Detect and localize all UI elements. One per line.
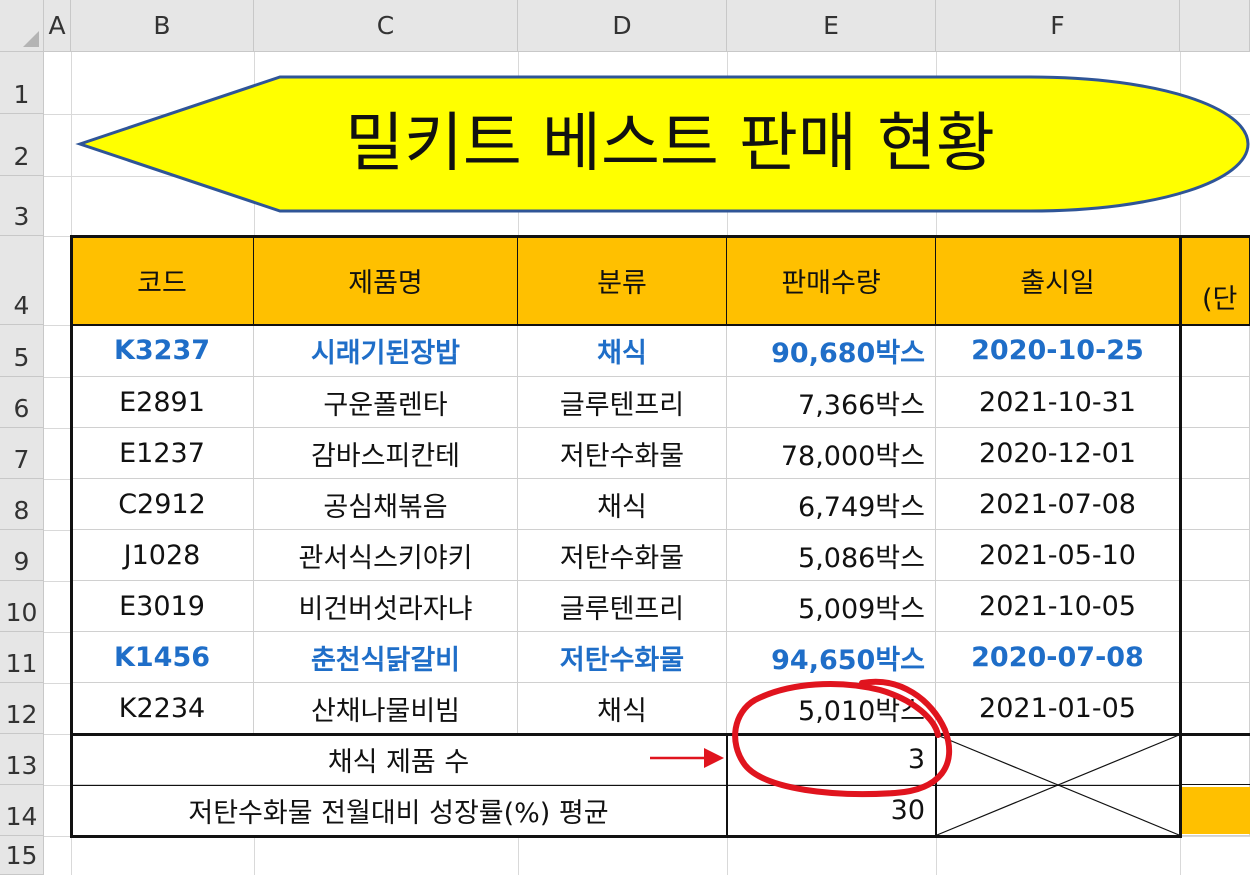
code-cell[interactable]: C2912 <box>71 479 254 530</box>
code-cell[interactable]: K3237 <box>71 325 254 377</box>
blank-cell-g[interactable] <box>1180 325 1250 377</box>
blank-cell-g[interactable] <box>1180 428 1250 479</box>
header-category[interactable]: 분류 <box>518 236 727 325</box>
product-name-cell[interactable]: 춘천식닭갈비 <box>254 632 518 683</box>
product-name-cell[interactable]: 구운폴렌타 <box>254 377 518 428</box>
column-header-b[interactable]: B <box>71 0 254 52</box>
code-cell[interactable]: K1456 <box>71 632 254 683</box>
code-cell[interactable]: K2234 <box>71 683 254 734</box>
quantity-cell[interactable]: 5,086박스 <box>727 530 936 581</box>
row-header-8[interactable]: 8 <box>0 479 44 530</box>
release-date-cell[interactable]: 2021-07-08 <box>936 479 1180 530</box>
category-cell[interactable]: 글루텐프리 <box>518 581 727 632</box>
row-header-13[interactable]: 13 <box>0 734 44 785</box>
table-border-top <box>70 235 1250 238</box>
release-date-cell[interactable]: 2021-10-05 <box>936 581 1180 632</box>
blank-cell-g[interactable] <box>1180 530 1250 581</box>
row-header-4[interactable]: 4 <box>0 236 44 325</box>
header-partial[interactable]: (단 <box>1180 236 1250 325</box>
product-name-cell[interactable]: 시래기된장밥 <box>254 325 518 377</box>
category-cell[interactable]: 저탄수화물 <box>518 530 727 581</box>
release-date-cell[interactable]: 2021-01-05 <box>936 683 1180 734</box>
select-all-triangle-icon <box>23 31 39 47</box>
summary-value[interactable]: 30 <box>727 785 936 836</box>
data-border-bottom <box>70 733 1250 736</box>
blank-cell-g[interactable] <box>1180 734 1250 785</box>
header-border-bottom <box>70 324 1250 326</box>
column-header-d[interactable]: D <box>518 0 727 52</box>
row-header-11[interactable]: 11 <box>0 632 44 683</box>
code-cell[interactable]: J1028 <box>71 530 254 581</box>
release-date-cell[interactable]: 2021-05-10 <box>936 530 1180 581</box>
summary-value[interactable]: 3 <box>727 734 936 785</box>
category-cell[interactable]: 저탄수화물 <box>518 632 727 683</box>
release-date-cell[interactable]: 2020-07-08 <box>936 632 1180 683</box>
category-cell[interactable]: 채식 <box>518 479 727 530</box>
quantity-cell[interactable]: 94,650박스 <box>727 632 936 683</box>
product-name-cell[interactable]: 비건버섯라자냐 <box>254 581 518 632</box>
summary-g-border <box>1181 784 1250 785</box>
row-header-5[interactable]: 5 <box>0 325 44 377</box>
quantity-cell[interactable]: 7,366박스 <box>727 377 936 428</box>
quantity-cell[interactable]: 90,680박스 <box>727 325 936 377</box>
summary-label[interactable]: 저탄수화물 전월대비 성장률(%) 평균 <box>71 785 727 836</box>
blank-cell-f[interactable] <box>936 785 1180 836</box>
product-name-cell[interactable]: 관서식스키야키 <box>254 530 518 581</box>
select-all-corner[interactable] <box>0 0 44 52</box>
product-name-cell[interactable]: 공심채볶음 <box>254 479 518 530</box>
blank-cell-g[interactable] <box>1180 377 1250 428</box>
row-header-14[interactable]: 14 <box>0 785 44 836</box>
summary-row-divider <box>70 785 1182 786</box>
category-cell[interactable]: 채식 <box>518 683 727 734</box>
column-header-c[interactable]: C <box>254 0 518 52</box>
blank-cell-g[interactable] <box>1180 683 1250 734</box>
quantity-cell[interactable]: 6,749박스 <box>727 479 936 530</box>
code-cell[interactable]: E3019 <box>71 581 254 632</box>
summary-value-divider <box>935 734 937 836</box>
blank-cell-g[interactable] <box>1180 581 1250 632</box>
release-date-cell[interactable]: 2020-12-01 <box>936 428 1180 479</box>
column-header-g[interactable] <box>1180 0 1250 52</box>
row-header-10[interactable]: 10 <box>0 581 44 632</box>
orange-fill-cell <box>1181 787 1250 834</box>
sheet-title: 밀키트 베스트 판매 현황 <box>345 107 995 181</box>
category-cell[interactable]: 글루텐프리 <box>518 377 727 428</box>
header-quantity[interactable]: 판매수량 <box>727 236 936 325</box>
blank-cell-f[interactable] <box>936 734 1180 785</box>
category-cell[interactable]: 채식 <box>518 325 727 377</box>
product-name-cell[interactable]: 산채나물비빔 <box>254 683 518 734</box>
code-cell[interactable]: E2891 <box>71 377 254 428</box>
quantity-cell[interactable]: 78,000박스 <box>727 428 936 479</box>
spreadsheet: A B C D E F 1 2 3 4 5 6 7 8 9 10 11 12 13 14 15 코드 제품명 분류 판매수량 출시… <box>0 0 1250 875</box>
header-release-date[interactable]: 출시일 <box>936 236 1180 325</box>
code-cell[interactable]: E1237 <box>71 428 254 479</box>
quantity-cell[interactable]: 5,009박스 <box>727 581 936 632</box>
row-header-2[interactable]: 2 <box>0 114 44 176</box>
row-header-7[interactable]: 7 <box>0 428 44 479</box>
column-header-a[interactable]: A <box>44 0 71 52</box>
summary-label[interactable]: 채식 제품 수 <box>71 734 727 785</box>
product-name-cell[interactable]: 감바스피칸테 <box>254 428 518 479</box>
blank-cell-g[interactable] <box>1180 632 1250 683</box>
row-header-1[interactable]: 1 <box>0 52 44 114</box>
quantity-cell[interactable]: 5,010박스 <box>727 683 936 734</box>
column-header-f[interactable]: F <box>936 0 1180 52</box>
blank-cell-g[interactable] <box>1180 479 1250 530</box>
row-header-15[interactable]: 15 <box>0 836 44 875</box>
header-code[interactable]: 코드 <box>71 236 254 325</box>
column-header-e[interactable]: E <box>727 0 936 52</box>
row-header-9[interactable]: 9 <box>0 530 44 581</box>
category-cell[interactable]: 저탄수화물 <box>518 428 727 479</box>
release-date-cell[interactable]: 2021-10-31 <box>936 377 1180 428</box>
header-product-name[interactable]: 제품명 <box>254 236 518 325</box>
row-header-6[interactable]: 6 <box>0 377 44 428</box>
row-header-12[interactable]: 12 <box>0 683 44 734</box>
summary-label-divider <box>726 734 728 836</box>
row-header-3[interactable]: 3 <box>0 176 44 236</box>
release-date-cell[interactable]: 2020-10-25 <box>936 325 1180 377</box>
table-border-bottom <box>70 835 1182 838</box>
